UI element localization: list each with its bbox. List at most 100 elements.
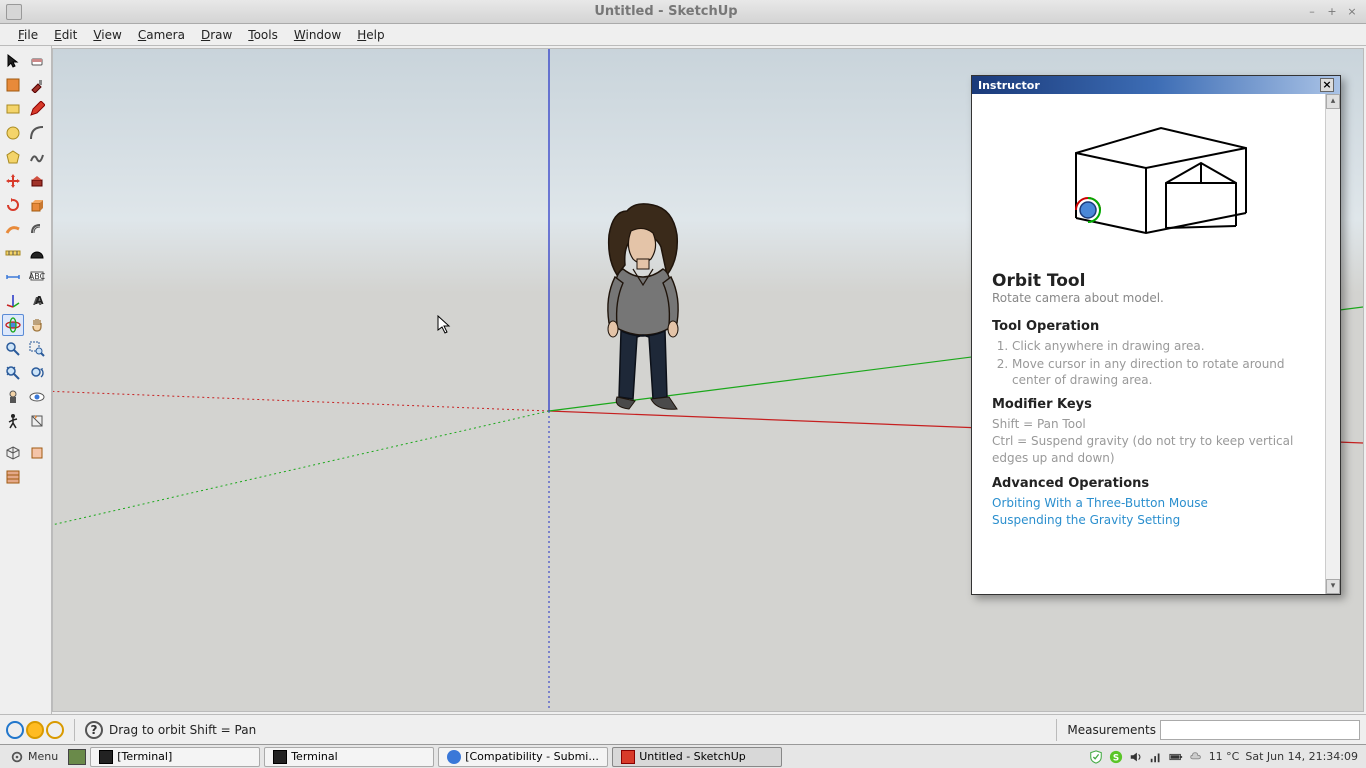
instructor-body: Orbit Tool Rotate camera about model. To…: [972, 94, 1340, 594]
instructor-scrollbar[interactable]: ▴ ▾: [1325, 94, 1340, 594]
tool-iso[interactable]: [2, 442, 24, 464]
menu-help[interactable]: Help: [349, 26, 392, 44]
tool-select[interactable]: [2, 50, 24, 72]
measurements-box: Measurements: [1067, 720, 1360, 740]
scroll-up-icon[interactable]: ▴: [1326, 94, 1340, 109]
battery-icon[interactable]: [1169, 750, 1183, 764]
volume-icon[interactable]: [1129, 750, 1143, 764]
minimize-button[interactable]: –: [1304, 5, 1320, 19]
instructor-tool-name: Orbit Tool: [992, 271, 1320, 291]
app-icon: [6, 4, 22, 20]
close-button[interactable]: ×: [1344, 5, 1360, 19]
tool-line[interactable]: [2, 74, 24, 96]
tool-dimension[interactable]: [2, 266, 24, 288]
tool-followme[interactable]: [2, 218, 24, 240]
instructor-modifier-list: Shift = Pan Tool Ctrl = Suspend gravity …: [992, 416, 1320, 468]
menu-tools[interactable]: Tools: [240, 26, 286, 44]
svg-text:S: S: [1113, 753, 1119, 763]
instructor-title: Instructor: [978, 79, 1040, 92]
app-status-bar: ? Drag to orbit Shift = Pan Measurements: [0, 714, 1366, 744]
tool-walk[interactable]: [2, 410, 24, 432]
svg-text:A: A: [35, 294, 44, 307]
tool-eraser[interactable]: [26, 50, 48, 72]
tool-arc[interactable]: [26, 122, 48, 144]
window-controls: – + ×: [1304, 5, 1360, 19]
measurements-input[interactable]: [1160, 720, 1360, 740]
taskbar-item-browser[interactable]: [Compatibility - Submi...: [438, 747, 608, 767]
show-desktop-icon[interactable]: [68, 749, 86, 765]
tool-previous[interactable]: [26, 362, 48, 384]
tool-rectangle[interactable]: [2, 98, 24, 120]
network-icon[interactable]: [1149, 750, 1163, 764]
taskbar-item-label: Untitled - SketchUp: [639, 750, 746, 763]
tool-lookaround[interactable]: [26, 386, 48, 408]
tool-3dtext[interactable]: AA: [26, 290, 48, 312]
geo-location-icon[interactable]: [26, 721, 44, 739]
weather-icon[interactable]: [1189, 750, 1203, 764]
terminal-icon: [99, 750, 113, 764]
skype-icon[interactable]: S: [1109, 750, 1123, 764]
shield-icon[interactable]: [1089, 750, 1103, 764]
menu-file[interactable]: File: [10, 26, 46, 44]
tool-circle[interactable]: [2, 122, 24, 144]
instructor-operation-heading: Tool Operation: [992, 319, 1320, 334]
tool-pencil[interactable]: [26, 98, 48, 120]
tool-zoom[interactable]: [2, 338, 24, 360]
menu-view[interactable]: View: [85, 26, 129, 44]
instructor-subtitle: Rotate camera about model.: [992, 291, 1320, 305]
person-icon[interactable]: [6, 721, 24, 739]
tool-axes[interactable]: [2, 290, 24, 312]
menu-camera[interactable]: Camera: [130, 26, 193, 44]
menu-draw[interactable]: Draw: [193, 26, 240, 44]
tool-empty: [26, 466, 48, 488]
tool-pushpull[interactable]: [26, 194, 48, 216]
taskbar-item-label: [Compatibility - Submi...: [465, 750, 599, 763]
tool-zoom-extents[interactable]: [2, 362, 24, 384]
maximize-button[interactable]: +: [1324, 5, 1340, 19]
taskbar-item-terminal[interactable]: Terminal: [264, 747, 434, 767]
tool-polygon[interactable]: [2, 146, 24, 168]
tool-text[interactable]: ABC: [26, 266, 48, 288]
tool-rotate[interactable]: [2, 194, 24, 216]
instructor-operation-step: Move cursor in any direction to rotate a…: [1012, 356, 1320, 388]
taskbar-item-terminal[interactable]: [Terminal]: [90, 747, 260, 767]
instructor-operation-list: Click anywhere in drawing area. Move cur…: [992, 338, 1320, 389]
help-icon[interactable]: ?: [85, 721, 103, 739]
tool-pan[interactable]: [26, 314, 48, 336]
tool-front[interactable]: [26, 442, 48, 464]
tool-protractor[interactable]: [26, 242, 48, 264]
taskbar-clock[interactable]: Sat Jun 14, 21:34:09: [1245, 750, 1358, 763]
menu-edit[interactable]: Edit: [46, 26, 85, 44]
instructor-close-button[interactable]: ×: [1320, 78, 1334, 92]
menu-window[interactable]: Window: [286, 26, 349, 44]
tool-move[interactable]: [2, 170, 24, 192]
taskbar-item-sketchup[interactable]: Untitled - SketchUp: [612, 747, 782, 767]
browser-icon: [447, 750, 461, 764]
instructor-panel: Instructor ×: [971, 75, 1341, 595]
tool-rotate-red[interactable]: [26, 170, 48, 192]
terminal-icon: [273, 750, 287, 764]
tool-tape[interactable]: [2, 242, 24, 264]
viewport[interactable]: Instructor ×: [52, 48, 1364, 712]
credits-icon[interactable]: [46, 721, 64, 739]
instructor-titlebar[interactable]: Instructor ×: [972, 76, 1340, 94]
instructor-operation-step: Click anywhere in drawing area.: [1012, 338, 1320, 354]
tool-section[interactable]: [26, 410, 48, 432]
tool-zoom-window[interactable]: [26, 338, 48, 360]
os-menu-button[interactable]: Menu: [4, 748, 64, 766]
tool-freehand[interactable]: [26, 146, 48, 168]
instructor-advanced-link[interactable]: Suspending the Gravity Setting: [992, 512, 1320, 529]
os-menu-label: Menu: [28, 750, 58, 763]
taskbar-item-label: [Terminal]: [117, 750, 172, 763]
instructor-advanced-link[interactable]: Orbiting With a Three-Button Mouse: [992, 495, 1320, 512]
os-taskbar: Menu [Terminal] Terminal [Compatibility …: [0, 744, 1366, 768]
tool-texture[interactable]: [2, 466, 24, 488]
tool-orbit[interactable]: [2, 314, 24, 336]
scroll-down-icon[interactable]: ▾: [1326, 579, 1340, 594]
scale-figure: [583, 197, 703, 427]
status-icons: [6, 721, 64, 739]
tool-position[interactable]: [2, 386, 24, 408]
sketchup-icon: [621, 750, 635, 764]
tool-offset[interactable]: [26, 218, 48, 240]
tool-paint[interactable]: [26, 74, 48, 96]
